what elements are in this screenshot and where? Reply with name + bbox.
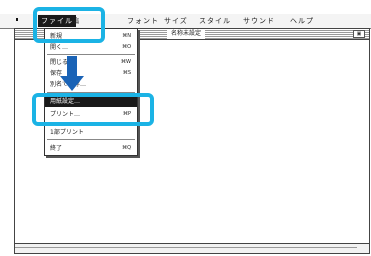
arrow-shaft <box>67 56 77 78</box>
page-setup-highlight <box>32 93 154 126</box>
menu-sound[interactable]: サウンド <box>243 15 275 27</box>
menu-size[interactable]: サイズ <box>164 15 188 27</box>
menu-item-label: 終了 <box>50 145 63 152</box>
menu-item-label: 閉じる <box>50 59 69 66</box>
menu-item-label: 1部プリント <box>50 129 84 136</box>
menu-item-close[interactable]: 閉じる ⌘W <box>45 57 137 68</box>
menu-font[interactable]: フォント <box>127 15 159 27</box>
menu-item-shortcut: ⌘O <box>122 44 131 50</box>
menu-item-open[interactable]: 開く… ⌘O <box>45 42 137 53</box>
menu-item-shortcut: ⌘W <box>121 59 131 65</box>
menu-separator <box>47 139 135 140</box>
file-menu-highlight <box>33 7 105 43</box>
window-title: 名称未設定 <box>167 29 206 39</box>
menu-item-save[interactable]: 保存 ⌘S <box>45 68 137 79</box>
menu-item-shortcut: ⌘S <box>122 70 131 76</box>
scroll-track <box>15 247 357 248</box>
file-menu-dropdown: 新規 ⌘N 開く… ⌘O 閉じる ⌘W 保存 ⌘S 別名で保存… 用紙設定… プ… <box>44 28 138 156</box>
menu-style[interactable]: スタイル <box>199 15 231 27</box>
menu-item-save-as[interactable]: 別名で保存… <box>45 79 137 90</box>
zoom-box-icon[interactable]: ▣ <box>353 30 365 38</box>
menu-item-shortcut: ⌘Q <box>122 145 131 151</box>
menu-help[interactable]: ヘルプ <box>290 15 314 27</box>
apple-menu-icon[interactable] <box>16 18 18 21</box>
menu-item-quit[interactable]: 終了 ⌘Q <box>45 143 137 154</box>
menu-separator <box>47 54 135 55</box>
menu-item-print-one-copy[interactable]: 1部プリント <box>45 127 137 138</box>
menu-item-shortcut: ⌘N <box>122 33 131 39</box>
down-arrow-icon <box>60 76 84 91</box>
menu-item-label: 開く… <box>50 44 69 51</box>
horizontal-scrollbar[interactable] <box>15 243 369 253</box>
